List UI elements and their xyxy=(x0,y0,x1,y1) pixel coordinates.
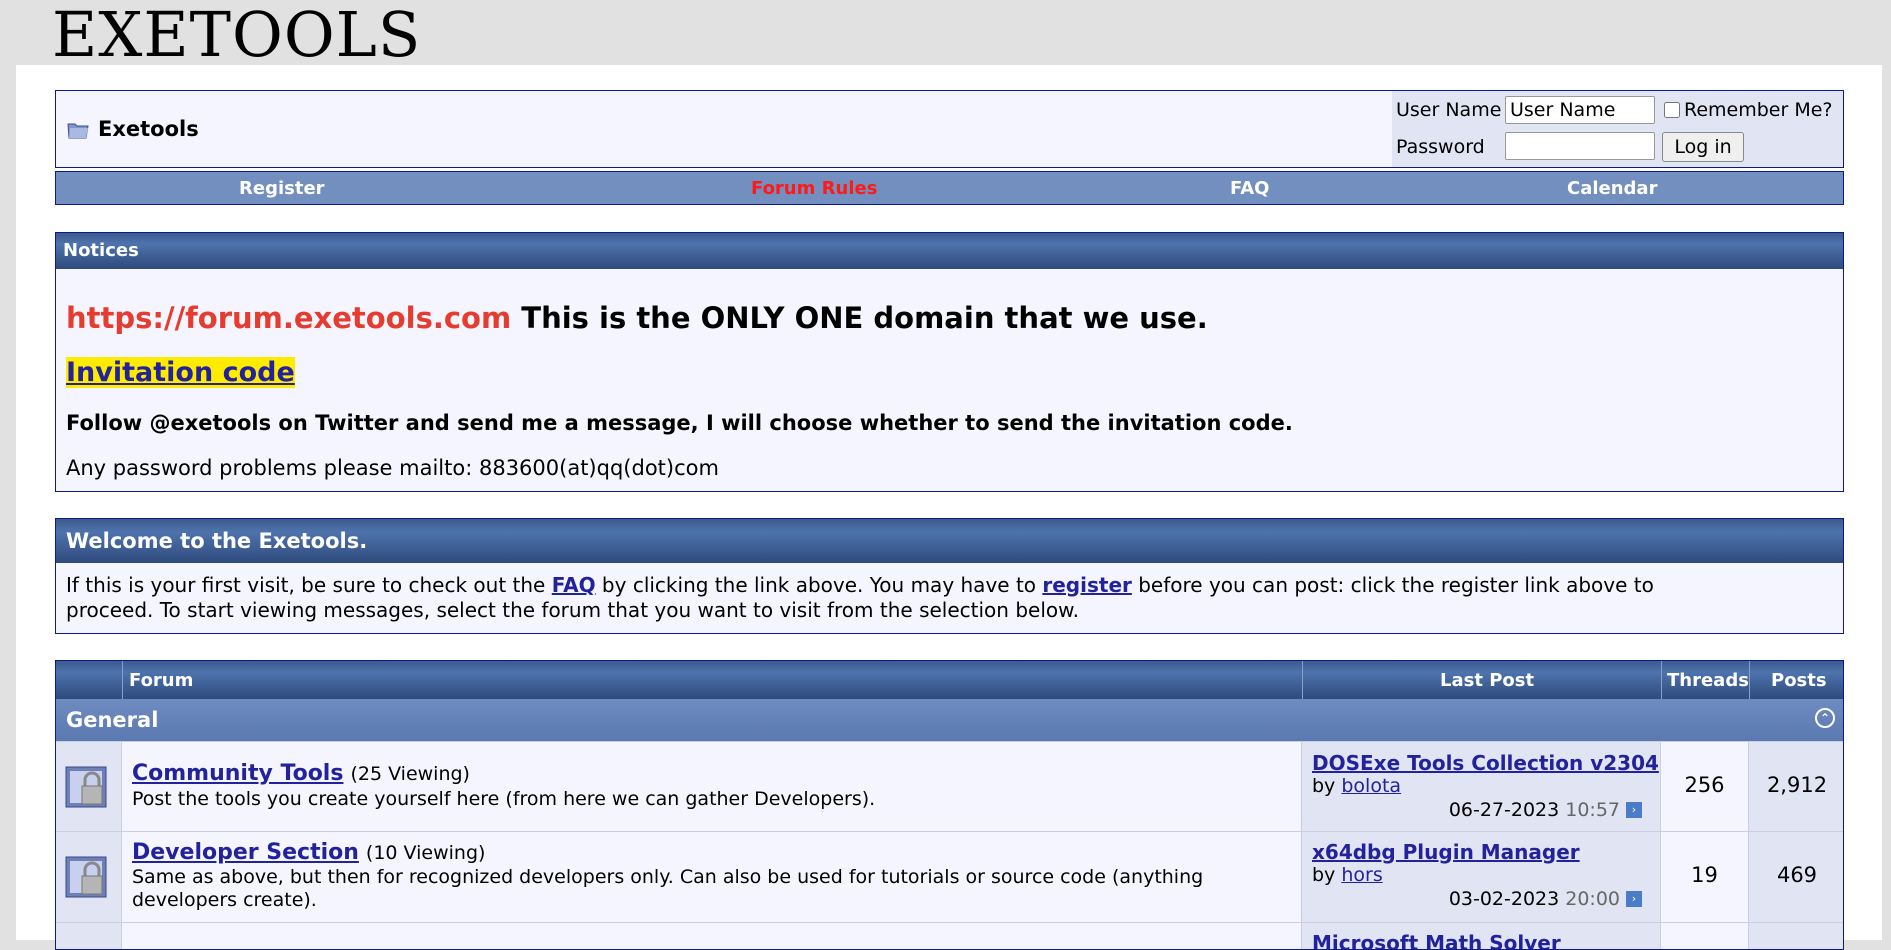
remember-me-label: Remember Me? xyxy=(1684,99,1833,121)
forum-status-cell xyxy=(56,742,122,832)
forum-title[interactable]: Exetools xyxy=(98,117,199,141)
header-bar: Exetools User Name Remember Me? Password… xyxy=(55,90,1844,168)
last-post-by: by bolota xyxy=(1312,775,1401,797)
welcome-text: If this is your first visit, be sure to … xyxy=(66,573,1743,623)
threads-cell: 19 xyxy=(1661,832,1749,923)
author-link[interactable]: bolota xyxy=(1341,775,1401,797)
welcome-text-2: by clicking the link above. You may have… xyxy=(595,573,1043,597)
nav-faq[interactable]: FAQ xyxy=(1230,178,1269,199)
welcome-text-1: If this is your first visit, be sure to … xyxy=(66,573,552,597)
forum-description: Same as above, but then for recognized d… xyxy=(132,866,1204,911)
column-divider xyxy=(1749,661,1750,699)
last-post-link[interactable]: DOSExe Tools Collection v2304 xyxy=(1312,751,1659,775)
col-threads: Threads xyxy=(1667,670,1749,691)
faq-link[interactable]: FAQ xyxy=(552,573,596,597)
forum-row-partial: Microsoft Math Solver xyxy=(56,922,1843,949)
category-name[interactable]: General xyxy=(66,708,158,732)
forum-row-developer-section: Developer Section (10 Viewing) Same as a… xyxy=(56,831,1843,923)
go-to-last-post-icon[interactable]: › xyxy=(1626,802,1642,818)
column-divider xyxy=(1661,661,1662,699)
forum-table-header: Forum Last Post Threads Posts xyxy=(56,661,1843,699)
col-forum: Forum xyxy=(129,670,194,691)
nav-forum-rules[interactable]: Forum Rules xyxy=(751,178,877,199)
domain-notice: https://forum.exetools.com This is the O… xyxy=(66,301,1208,335)
column-divider xyxy=(122,661,123,699)
post-count: 469 xyxy=(1776,863,1818,887)
last-post-link[interactable]: Microsoft Math Solver xyxy=(1312,931,1561,949)
forum-row-community-tools: Community Tools (25 Viewing) Post the to… xyxy=(56,741,1843,832)
col-posts: Posts xyxy=(1771,670,1827,691)
category-general: General ⌃ xyxy=(56,699,1843,741)
register-link[interactable]: register xyxy=(1042,573,1132,597)
forum-description: Post the tools you create yourself here … xyxy=(132,788,876,810)
author-link[interactable]: hors xyxy=(1341,864,1382,886)
forum-status-cell xyxy=(56,832,122,923)
last-post-by: by hors xyxy=(1312,864,1383,886)
threads-cell xyxy=(1661,923,1749,949)
remember-me[interactable]: Remember Me? xyxy=(1664,99,1833,121)
mail-text: Any password problems please mailto: 883… xyxy=(66,456,719,480)
posts-cell: 469 xyxy=(1749,832,1843,923)
login-form: User Name Remember Me? Password Log in xyxy=(1392,91,1843,167)
username-input[interactable] xyxy=(1505,96,1655,124)
by-label: by xyxy=(1312,864,1342,886)
forum-table: Forum Last Post Threads Posts General ⌃ … xyxy=(55,660,1844,950)
last-post-cell: Microsoft Math Solver xyxy=(1302,923,1661,949)
last-post-cell: DOSExe Tools Collection v2304 by bolota … xyxy=(1302,742,1661,832)
invitation-code-link[interactable]: Invitation code xyxy=(66,357,295,388)
post-time: 20:00 xyxy=(1565,888,1620,910)
forum-link[interactable]: Community Tools xyxy=(132,761,343,786)
nav-register[interactable]: Register xyxy=(239,178,325,199)
password-label: Password xyxy=(1396,136,1485,158)
breadcrumb: Exetools xyxy=(66,117,199,141)
threads-cell: 256 xyxy=(1661,742,1749,832)
last-post-cell: x64dbg Plugin Manager by hors 03-02-2023… xyxy=(1302,832,1661,923)
remember-me-checkbox[interactable] xyxy=(1664,102,1680,118)
forum-title-line: Developer Section (10 Viewing) xyxy=(132,840,485,865)
viewing-count: (10 Viewing) xyxy=(365,842,486,864)
login-button[interactable]: Log in xyxy=(1662,132,1744,162)
posts-cell xyxy=(1749,923,1843,949)
forum-link[interactable]: Developer Section xyxy=(132,840,359,865)
last-post-date: 06-27-2023 10:57 › xyxy=(1449,799,1642,821)
thread-count: 256 xyxy=(1684,773,1725,797)
forum-info-cell xyxy=(122,923,1302,949)
column-divider xyxy=(1302,661,1303,699)
forum-status-cell xyxy=(56,923,122,949)
domain-text: This is the ONLY ONE domain that we use. xyxy=(511,301,1208,335)
post-time: 10:57 xyxy=(1565,799,1620,821)
username-label: User Name xyxy=(1396,99,1502,121)
locked-forum-icon xyxy=(65,856,107,898)
forum-info-cell: Developer Section (10 Viewing) Same as a… xyxy=(122,832,1302,923)
forum-title-line: Community Tools (25 Viewing) xyxy=(132,761,470,786)
forum-info-cell: Community Tools (25 Viewing) Post the to… xyxy=(122,742,1302,832)
last-post-date: 03-02-2023 20:00 › xyxy=(1449,888,1642,910)
last-post-link[interactable]: x64dbg Plugin Manager xyxy=(1312,840,1580,864)
navbar: Register Forum Rules FAQ Calendar xyxy=(55,171,1844,205)
domain-url: https://forum.exetools.com xyxy=(66,301,512,335)
viewing-count: (25 Viewing) xyxy=(350,763,470,785)
thread-count: 19 xyxy=(1691,863,1718,887)
post-count: 2,912 xyxy=(1766,773,1828,797)
col-last-post: Last Post xyxy=(1440,670,1535,691)
go-to-last-post-icon[interactable]: › xyxy=(1626,891,1642,907)
password-input[interactable] xyxy=(1505,132,1655,160)
nav-calendar[interactable]: Calendar xyxy=(1567,178,1657,199)
locked-forum-icon xyxy=(65,766,107,808)
welcome-panel: Welcome to the Exetools. If this is your… xyxy=(55,518,1844,634)
notices-panel: Notices https://forum.exetools.com This … xyxy=(55,232,1844,492)
site-logo[interactable]: EXETOOLS xyxy=(52,4,421,66)
notices-heading: Notices xyxy=(56,233,1843,269)
folder-icon xyxy=(67,123,89,139)
by-label: by xyxy=(1312,775,1342,797)
post-date: 03-02-2023 xyxy=(1448,888,1560,910)
follow-text: Follow @exetools on Twitter and send me … xyxy=(66,411,1293,435)
welcome-heading: Welcome to the Exetools. xyxy=(56,519,1843,563)
post-date: 06-27-2023 xyxy=(1448,799,1560,821)
posts-cell: 2,912 xyxy=(1749,742,1843,832)
collapse-icon[interactable]: ⌃ xyxy=(1815,708,1835,728)
